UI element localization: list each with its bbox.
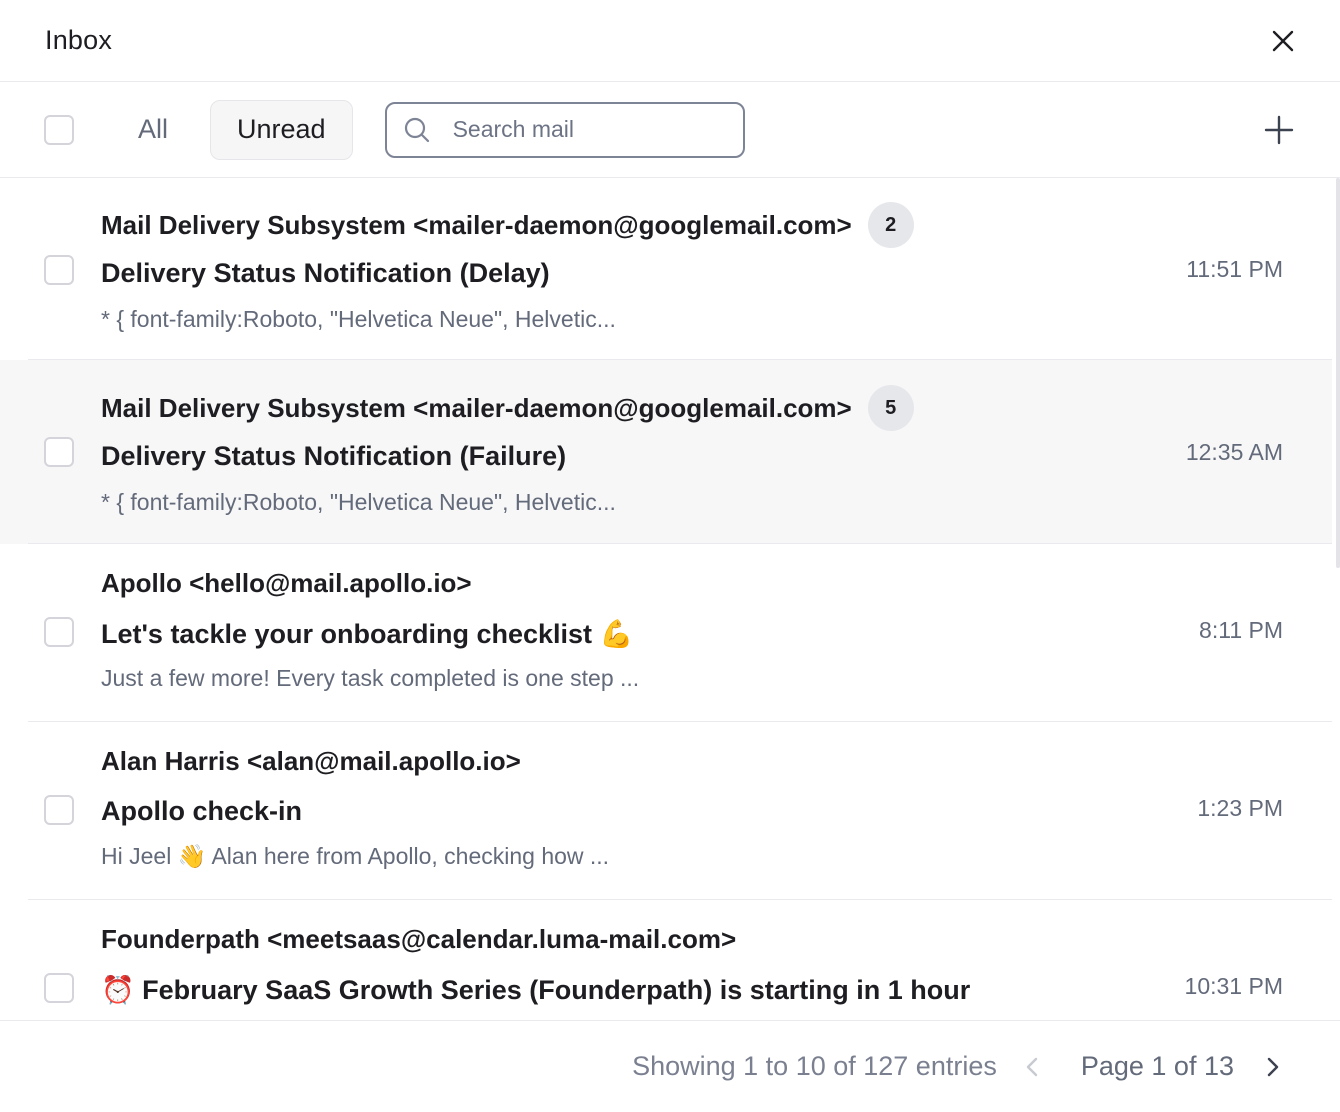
sender-line: Apollo <hello@mail.apollo.io> (101, 568, 472, 599)
email-time: 1:23 PM (1197, 795, 1283, 821)
email-time: 10:31 PM (1184, 973, 1283, 999)
email-preview: * { font-family:Roboto, "Helvetica Neue"… (101, 489, 616, 515)
row-checkbox[interactable] (44, 255, 74, 285)
compose-button[interactable] (1262, 113, 1296, 147)
email-row[interactable]: Alan Harris <alan@mail.apollo.io> Apollo… (0, 722, 1332, 900)
thread-count-badge: 2 (867, 202, 914, 248)
email-subject: Apollo check-in (101, 796, 303, 826)
email-subject: Delivery Status Notification (Failure) (101, 441, 567, 471)
inbox-panel: Inbox All Unread Ma (0, 0, 1340, 1112)
email-preview: Hi Jeel 👋 Alan here from Apollo, checkin… (101, 843, 609, 870)
email-subject: Delivery Status Notification (Delay) (101, 258, 550, 288)
plus-icon (1264, 115, 1294, 145)
page-indicator: Page 1 of 13 (1080, 1051, 1234, 1081)
email-preview: Just a few more! Every task completed is… (101, 665, 640, 691)
previous-page-button[interactable] (1017, 1052, 1047, 1082)
email-sender: Apollo <hello@mail.apollo.io> (101, 568, 472, 598)
sender-line: Founderpath <meetsaas@calendar.luma-mail… (101, 924, 736, 955)
waving-hand-emoji: 👋 (177, 844, 207, 870)
email-subject-line: Let's tackle your onboarding checklist 💪 (101, 618, 633, 650)
search-box[interactable] (384, 101, 745, 158)
email-sender: Founderpath <meetsaas@calendar.luma-mail… (101, 924, 737, 954)
row-checkbox[interactable] (44, 617, 74, 647)
row-checkbox[interactable] (44, 795, 74, 825)
email-subject: February SaaS Growth Series (Founderpath… (142, 975, 971, 1005)
chevron-right-icon (1267, 1057, 1279, 1076)
email-preview: * { font-family:Roboto, "Helvetica Neue"… (101, 306, 616, 332)
search-icon (404, 117, 429, 142)
email-subject: Let's tackle your onboarding checklist (101, 619, 593, 649)
email-row[interactable]: Founderpath <meetsaas@calendar.luma-mail… (0, 900, 1332, 1020)
sender-line: Mail Delivery Subsystem <mailer-daemon@g… (101, 385, 914, 431)
preview-text-start: Hi Jeel (101, 843, 172, 869)
list-scrollbar[interactable] (1336, 178, 1340, 568)
chevron-left-icon (1026, 1057, 1038, 1076)
filter-unread-tab[interactable]: Unread (210, 99, 353, 160)
inbox-toolbar: All Unread (0, 82, 1340, 178)
sender-line: Mail Delivery Subsystem <mailer-daemon@g… (101, 202, 914, 248)
email-time: 8:11 PM (1199, 617, 1283, 643)
entries-summary: Showing 1 to 10 of 127 entries (632, 1051, 997, 1081)
pagination-footer: Showing 1 to 10 of 127 entries Page 1 of… (0, 1020, 1340, 1112)
select-all-checkbox[interactable] (44, 114, 74, 145)
email-sender: Mail Delivery Subsystem <mailer-daemon@g… (101, 392, 852, 423)
flexed-biceps-emoji: 💪 (599, 619, 634, 650)
row-checkbox[interactable] (44, 973, 74, 1003)
email-row[interactable]: Mail Delivery Subsystem <mailer-daemon@g… (0, 360, 1332, 544)
inbox-header: Inbox (0, 0, 1340, 82)
thread-count-badge: 5 (867, 385, 914, 431)
alarm-clock-emoji: ⏰ (101, 975, 135, 1006)
email-time: 12:35 AM (1185, 439, 1283, 465)
email-subject-line: ⏰ February SaaS Growth Series (Founderpa… (101, 974, 970, 1006)
email-time: 11:51 PM (1186, 256, 1283, 282)
preview-text-end: Alan here from Apollo, checking how ... (211, 843, 610, 869)
row-checkbox[interactable] (44, 437, 74, 467)
sender-line: Alan Harris <alan@mail.apollo.io> (101, 746, 521, 777)
filter-all-tab[interactable]: All (112, 101, 194, 159)
page-title: Inbox (45, 25, 113, 55)
search-input[interactable] (450, 115, 715, 144)
close-icon (1272, 30, 1294, 51)
next-page-button[interactable] (1258, 1052, 1288, 1082)
email-sender: Mail Delivery Subsystem <mailer-daemon@g… (101, 209, 852, 240)
email-row[interactable]: Mail Delivery Subsystem <mailer-daemon@g… (0, 178, 1332, 360)
email-list: Mail Delivery Subsystem <mailer-daemon@g… (0, 178, 1340, 1020)
email-row[interactable]: Apollo <hello@mail.apollo.io> Let's tack… (0, 544, 1332, 722)
email-sender: Alan Harris <alan@mail.apollo.io> (101, 746, 521, 776)
close-button[interactable] (1268, 26, 1298, 56)
